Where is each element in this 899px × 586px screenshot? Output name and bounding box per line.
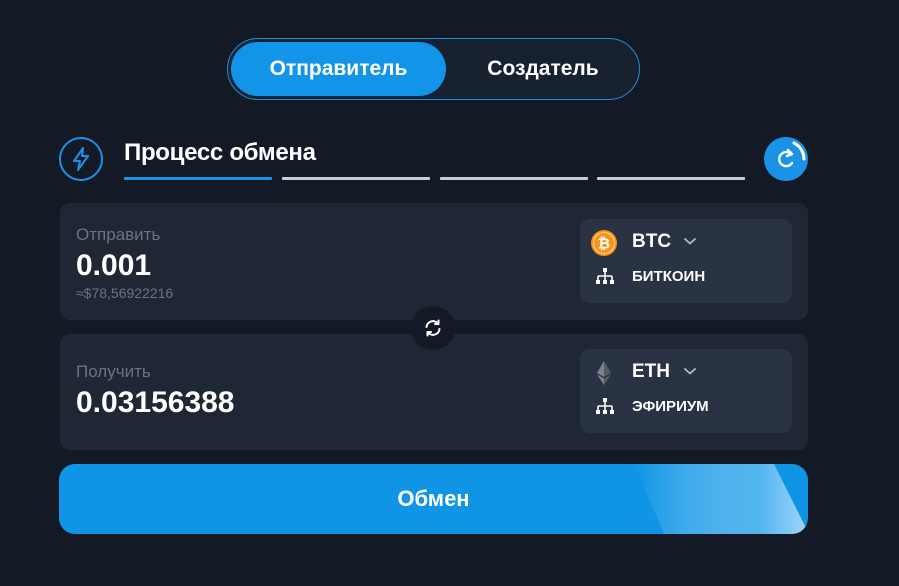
tab-creator[interactable]: Создатель	[448, 42, 638, 96]
swap-icon	[425, 319, 441, 337]
send-panel: Отправить 0.001 ≈$78,56922216 ₿ BTC БИТК…	[60, 203, 808, 320]
send-coin-selector[interactable]: ₿ BTC БИТКОИН	[580, 219, 792, 303]
send-label: Отправить	[76, 225, 161, 244]
receive-amount: 0.03156388	[76, 386, 235, 419]
page-title: Процесс обмена	[124, 139, 316, 166]
send-amount-input[interactable]: 0.001	[76, 249, 151, 283]
progress-step-4	[597, 177, 745, 180]
exchange-button-label: Обмен	[397, 486, 470, 511]
progress-step-2	[282, 177, 430, 180]
receive-coin-ticker: ETH	[632, 361, 670, 382]
tab-sender[interactable]: Отправитель	[231, 42, 446, 96]
button-shine-decoration	[634, 464, 808, 534]
refresh-icon	[778, 141, 806, 168]
receive-coin-selector[interactable]: ETH ЭФИРИУМ	[580, 349, 792, 433]
exchange-button[interactable]: Обмен	[59, 464, 808, 534]
fiat-estimate: ≈$78,56922216	[76, 285, 174, 301]
receive-coin-network: ЭФИРИУМ	[632, 398, 709, 415]
progress-step-3	[440, 177, 588, 180]
mode-toggle: Отправитель Создатель	[227, 38, 640, 100]
send-coin-network: БИТКОИН	[632, 268, 706, 285]
chevron-down-icon	[684, 368, 696, 375]
network-icon	[596, 398, 614, 414]
receive-panel: Получить 0.03156388 ETH ЭФИРИУМ	[60, 334, 808, 450]
exchange-widget: Отправитель Создатель Процесс обмена Отп…	[0, 0, 899, 586]
send-coin-ticker: BTC	[632, 231, 672, 252]
receive-label: Получить	[76, 362, 151, 381]
network-icon	[596, 268, 614, 284]
lightning-icon	[59, 137, 103, 181]
refresh-button[interactable]	[764, 137, 808, 181]
swap-button[interactable]	[411, 306, 455, 350]
ethereum-icon	[597, 361, 611, 385]
progress-step-1	[124, 177, 272, 180]
bitcoin-icon: ₿	[591, 230, 617, 256]
chevron-down-icon	[684, 238, 696, 245]
svg-text:₿: ₿	[598, 236, 610, 253]
